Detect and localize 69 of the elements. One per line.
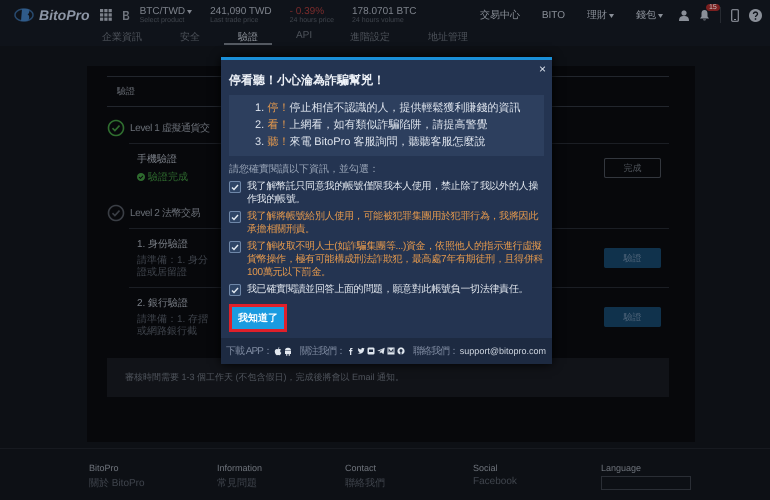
android-icon[interactable]	[284, 346, 292, 356]
item-hint: 請準備：1. 身分證或居留證	[137, 255, 210, 279]
tab[interactable]: 驗證	[224, 30, 272, 45]
tab[interactable]: 企業資訊	[88, 30, 156, 45]
twitter-icon[interactable]	[356, 347, 365, 355]
checkbox[interactable]	[229, 284, 241, 296]
review-note: 審核時間需要 1-3 個工作天 (不包含假日)，完成後將會以 Email 通知。	[107, 358, 669, 397]
stat-value: 241,090 TWD	[210, 6, 272, 17]
item-title: 2. 銀行驗證	[137, 296, 190, 310]
nav-link[interactable]: 錢包	[636, 8, 663, 22]
check-circle-icon	[107, 119, 125, 137]
agreement-text: 我了解幣託只同意我的帳號僅限我本人使用，禁止除了我以外的人操作我的帳號。	[247, 180, 540, 206]
item-title: 1. 身份驗證	[137, 238, 190, 251]
verify-button[interactable]: 驗證	[604, 307, 661, 327]
bitcoin-icon	[122, 10, 130, 20]
checkbox[interactable]	[229, 211, 241, 223]
tab[interactable]: API	[282, 30, 326, 45]
done-button[interactable]: 完成	[604, 158, 661, 178]
confirm-button[interactable]: 我知道了	[229, 304, 287, 332]
agreement-text: 我了解收取不明人士(如詐騙集團等...)資金，依照他人的指示進行虛擬貨幣操作，極有可能構成刑法詐欺犯，最高處7年有期徒刑，且得併科100萬元以下罰金。	[247, 240, 544, 279]
follow-label: 關注我們：	[300, 344, 345, 358]
footer-heading: Social	[473, 463, 499, 473]
grid-icon[interactable]	[100, 9, 112, 21]
chat-icon[interactable]	[366, 347, 375, 355]
help-icon[interactable]	[749, 8, 762, 22]
logo-icon	[14, 7, 36, 23]
check-circle-icon	[107, 204, 125, 222]
footer-heading: Information	[217, 463, 264, 473]
tab[interactable]: 進階設定	[336, 30, 404, 45]
warning-line: 2. 看！上網看，如有類似詐騙陷阱，請提高警覺	[255, 118, 488, 133]
footer-heading: Contact	[345, 463, 378, 473]
checkbox[interactable]	[229, 181, 241, 193]
tab[interactable]: 地址管理	[414, 30, 482, 45]
tab[interactable]: 安全	[166, 30, 214, 45]
stat-value: 178.0701 BTC	[352, 6, 416, 17]
item-title: 手機驗證	[137, 152, 178, 166]
bell-icon[interactable]	[699, 9, 710, 21]
caret-icon	[609, 14, 614, 18]
telegram-icon[interactable]	[376, 347, 385, 355]
level-title: Level 2 法幣交易	[130, 206, 200, 220]
stat-value: - 0.39%	[290, 6, 324, 17]
item-hint: 請準備：1. 存摺或網路銀行截	[137, 314, 210, 338]
warning-line: 3. 聽！來電 BitoPro 客服詢問，聽聽客服怎麼說	[255, 135, 486, 150]
medium-icon[interactable]	[386, 347, 395, 355]
caret-icon	[187, 10, 192, 14]
contact-label: 聯絡我們：	[412, 344, 458, 358]
footer-heading: BitoPro	[89, 463, 120, 473]
close-button[interactable]: ×	[538, 62, 546, 76]
caret-icon	[658, 14, 663, 18]
footer-heading: Language	[601, 463, 642, 473]
apple-icon[interactable]	[274, 346, 282, 356]
agreement-text: 我了解將帳號給別人使用，可能被犯罪集團用於犯罪行為，我將因此承擔相關刑責。	[247, 210, 540, 236]
check-icon	[137, 173, 145, 181]
nav-link[interactable]: BITO	[542, 10, 565, 20]
nav-link[interactable]: 理財	[587, 8, 614, 22]
checkbox[interactable]	[229, 241, 241, 253]
phone-icon[interactable]	[731, 8, 739, 22]
nav-link[interactable]: 交易中心	[480, 8, 520, 22]
github-icon[interactable]	[396, 347, 405, 355]
facebook-icon[interactable]	[346, 347, 355, 355]
agreement-text: 我已確實閱讀並回答上面的問題，願意對此帳號負一切法律責任。	[247, 283, 528, 296]
verify-button[interactable]: 驗證	[604, 248, 661, 268]
instruction-text: 請您確實閱讀以下資訊，並勾選：	[229, 162, 380, 176]
user-icon[interactable]	[679, 10, 689, 20]
logo-text[interactable]: BitoPro	[39, 7, 90, 23]
download-label: 下載 APP：	[226, 344, 272, 358]
status-text: 驗證完成	[148, 170, 188, 184]
level-title: Level 1 虛擬通貨交	[130, 122, 210, 135]
email-link[interactable]: support@bitopro.com	[460, 346, 546, 356]
